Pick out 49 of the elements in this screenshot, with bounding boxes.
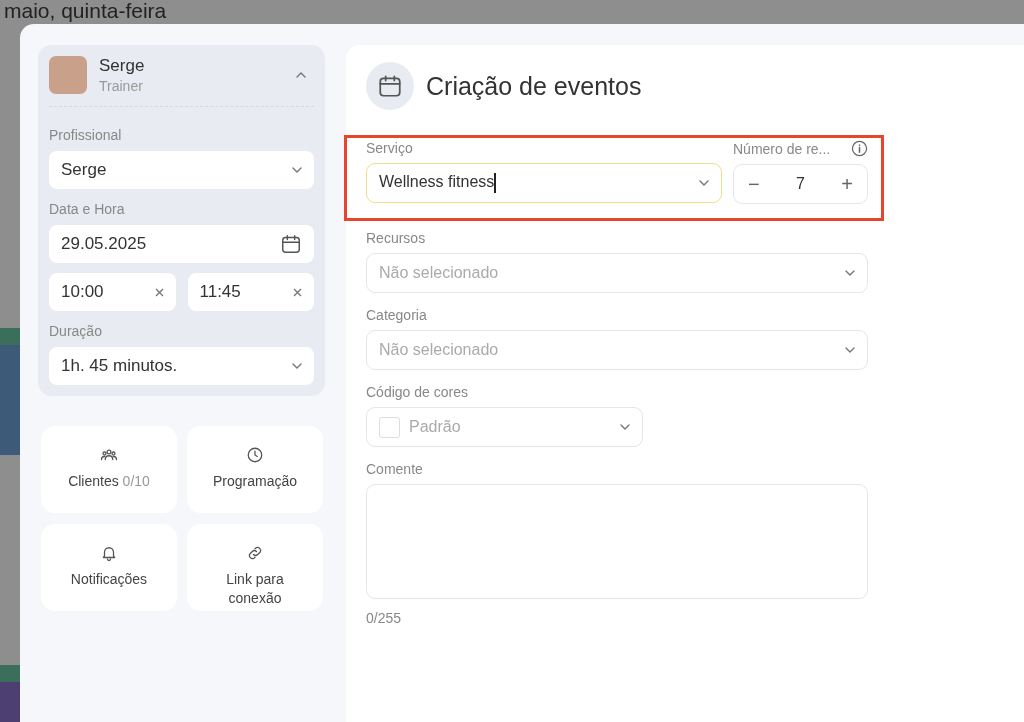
tile-button[interactable]: Link para conexão — [187, 524, 323, 611]
field-label: Data e Hora — [49, 201, 126, 217]
clear-icon — [154, 287, 164, 297]
tile-button[interactable]: Clientes 0/10 — [41, 426, 177, 513]
chevron-down-icon — [699, 180, 709, 186]
field-label: Código de cores — [366, 384, 468, 400]
calendar-event[interactable] — [0, 682, 20, 722]
link-icon — [246, 544, 264, 562]
calendar-event[interactable] — [0, 665, 20, 682]
chevron-down-icon — [292, 167, 302, 173]
number-stepper[interactable]: − 7 + — [733, 164, 868, 204]
calendar-icon — [280, 233, 302, 255]
chevron-down-icon — [845, 270, 855, 276]
select-field[interactable]: Serge — [49, 151, 314, 189]
character-counter: 0/255 — [366, 610, 403, 626]
calendar-icon — [377, 73, 403, 99]
field-label: Profissional — [49, 127, 123, 143]
profile-role: Trainer — [99, 78, 144, 94]
info-icon — [851, 140, 868, 157]
calendar-event[interactable] — [0, 328, 20, 345]
tile-button[interactable]: Notificações — [41, 524, 177, 611]
profile-name: Serge — [99, 56, 146, 76]
increment-button[interactable]: + — [837, 172, 857, 196]
photo-placeholder — [49, 56, 87, 94]
service-select-field[interactable]: Wellness fitness — [366, 163, 722, 203]
decrement-button[interactable]: − — [744, 172, 764, 196]
comment-field[interactable] — [366, 484, 868, 599]
field-label: Duração — [49, 323, 103, 339]
time-field[interactable]: 11:45 — [187, 273, 314, 311]
chevron-down-icon — [292, 363, 302, 369]
page-heading: maio, quinta-feira — [4, 0, 167, 21]
clock-icon — [246, 446, 264, 464]
field-label: Comente — [366, 461, 423, 477]
tile-button[interactable]: Programação — [187, 426, 323, 513]
field-label: Recursos — [366, 230, 426, 246]
stepper-value: 7 — [796, 175, 805, 193]
chevron-up-icon — [296, 72, 306, 78]
field-label: Categoria — [366, 307, 427, 323]
select-field[interactable]: 1h. 45 minutos. — [49, 347, 314, 385]
calendar-event[interactable] — [0, 345, 20, 455]
dialog-title: Criação de eventos — [426, 71, 642, 101]
chevron-down-icon — [845, 347, 855, 353]
field-label: Número de re... — [733, 140, 831, 157]
clear-icon — [293, 287, 302, 297]
field-label: Serviço — [366, 140, 413, 156]
chevron-down-icon — [620, 424, 630, 430]
date-field[interactable]: 29.05.2025 — [49, 225, 314, 263]
bell-icon — [100, 544, 118, 562]
time-field[interactable]: 10:00 — [49, 273, 176, 311]
